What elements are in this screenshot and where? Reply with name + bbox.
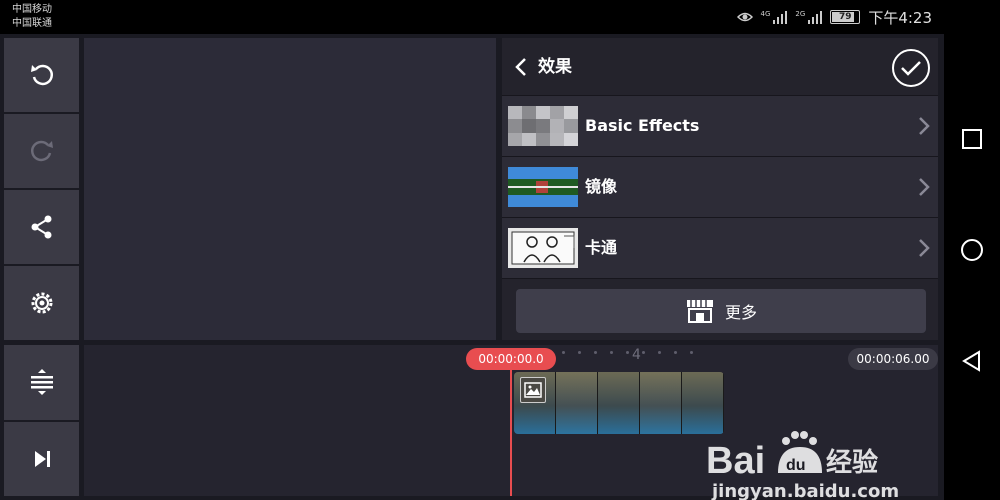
- carrier-1: 中国移动: [12, 4, 52, 15]
- skip-to-end-button[interactable]: [4, 421, 79, 496]
- timeline-tick-label: 4: [632, 347, 641, 363]
- check-icon: [901, 61, 921, 76]
- current-time-badge: 00:00:00.0: [466, 348, 556, 370]
- clock: 下午4:23: [868, 8, 932, 27]
- timeline-toolbar: [4, 345, 79, 496]
- chevron-left-icon: [515, 58, 526, 76]
- share-button[interactable]: [4, 190, 79, 264]
- effect-thumbnail: [508, 228, 578, 268]
- back-button[interactable]: [510, 55, 532, 79]
- redo-button[interactable]: [4, 114, 79, 188]
- timeline-ticks: [562, 351, 693, 354]
- skip-to-end-icon: [34, 450, 50, 467]
- adjust-height-icon: [30, 369, 53, 396]
- effect-label: Basic Effects: [585, 116, 700, 135]
- signal-icon-2: 2G: [795, 10, 823, 24]
- effects-panel: 效果 Basic Effects 镜像 卡通 更多: [502, 38, 938, 340]
- playhead[interactable]: [510, 370, 512, 496]
- image-icon: [520, 377, 546, 403]
- effect-item-mirror[interactable]: 镜像: [502, 157, 938, 218]
- effect-label: 卡通: [585, 238, 618, 257]
- total-duration-badge: 00:00:06.00: [848, 348, 938, 370]
- chevron-right-icon: [919, 178, 930, 196]
- share-icon: [31, 215, 51, 239]
- status-indicators: 4G 2G 79 下午4:23: [736, 6, 932, 28]
- watermark-url: jingyan.baidu.com: [712, 481, 900, 500]
- carrier-2: 中国联通: [12, 18, 52, 29]
- battery-level: 79: [839, 12, 852, 22]
- baidu-logo-icon: Bai du 经验: [706, 431, 878, 482]
- effect-item-cartoon[interactable]: 卡通: [502, 218, 938, 279]
- left-toolbar: [4, 38, 79, 340]
- panel-title: 效果: [538, 57, 572, 77]
- effect-label: 镜像: [585, 177, 618, 196]
- home-button[interactable]: [960, 238, 984, 262]
- confirm-button[interactable]: [892, 49, 930, 87]
- svg-text:经验: 经验: [826, 447, 878, 478]
- panel-header: 效果: [502, 38, 938, 96]
- svg-text:du: du: [786, 457, 806, 474]
- effect-item-basic[interactable]: Basic Effects: [502, 96, 938, 157]
- system-nav-bar: [944, 0, 1000, 500]
- back-nav-button[interactable]: [960, 349, 984, 373]
- settings-icon: [31, 292, 52, 314]
- undo-button[interactable]: [4, 38, 79, 112]
- effect-thumbnail: [508, 106, 578, 146]
- effect-thumbnail: [508, 167, 578, 207]
- watermark-logo: Bai du 经验 jingyan.baidu.com: [706, 429, 899, 500]
- chevron-right-icon: [919, 239, 930, 257]
- chevron-right-icon: [919, 117, 930, 135]
- signal-icon-1: 4G: [761, 10, 788, 24]
- recents-button[interactable]: [960, 127, 984, 151]
- adjust-height-button[interactable]: [4, 345, 79, 420]
- settings-button[interactable]: [4, 266, 79, 340]
- battery-icon: 79: [830, 10, 861, 24]
- store-icon: [686, 300, 713, 323]
- redo-icon: [30, 140, 53, 162]
- video-preview[interactable]: [84, 38, 496, 340]
- svg-text:Bai: Bai: [706, 440, 765, 481]
- eye-icon: [736, 12, 753, 22]
- more-label: 更多: [724, 303, 757, 322]
- editor-app: 效果 Basic Effects 镜像 卡通 更多 4 00:00:00.0 0…: [0, 34, 944, 500]
- more-effects-button[interactable]: 更多: [516, 289, 926, 333]
- undo-icon: [30, 64, 53, 86]
- status-bar: 中国移动 中国联通 4G 2G 79 下午4:23: [0, 0, 1000, 34]
